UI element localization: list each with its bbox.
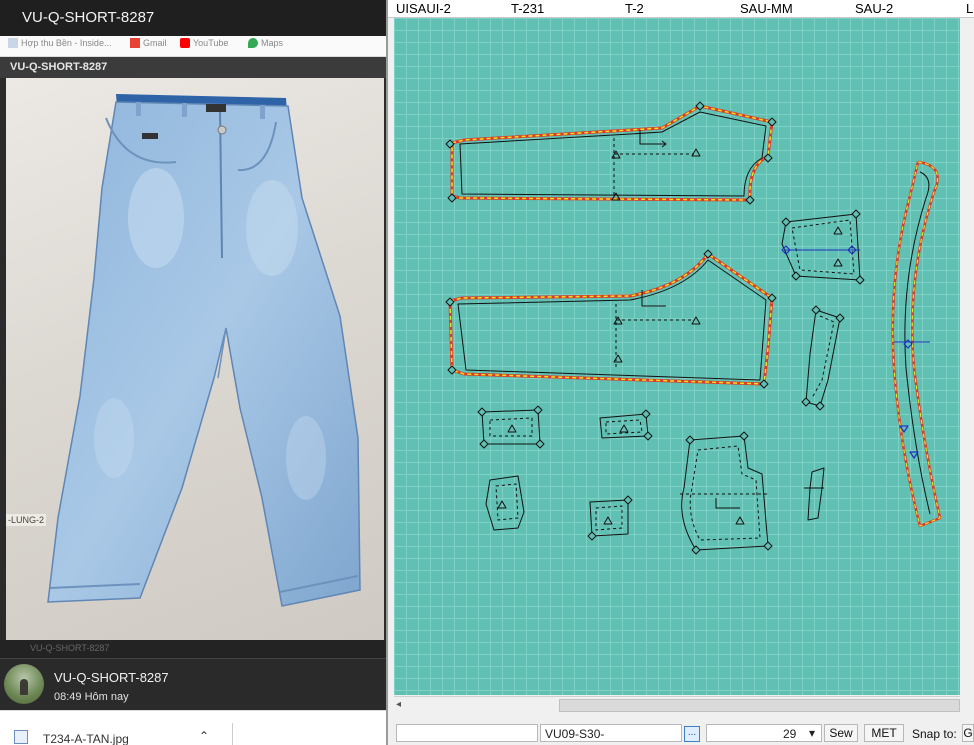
jeans-button <box>217 125 227 135</box>
image-header: VU-Q-SHORT-8287 <box>0 57 386 78</box>
message-time: 08:49 Hôm nay <box>54 691 129 703</box>
pocket-label <box>142 133 158 139</box>
bookmarks-bar: Hợp thu Bền - Inside... Gmail YouTube Ma… <box>0 36 386 57</box>
bookmark-maps[interactable]: Maps <box>248 38 283 48</box>
style-code-field[interactable]: VU09-S30- <box>540 724 682 742</box>
youtube-icon <box>180 38 190 48</box>
window-border <box>386 0 388 745</box>
pattern-piece-yoke[interactable] <box>804 467 825 521</box>
download-bar: T234-A-TAN.jpg ⌃ <box>0 710 386 745</box>
avatar-figure <box>20 679 28 695</box>
piece-title[interactable]: T-2 <box>625 1 644 16</box>
browse-button[interactable]: ... <box>684 726 700 742</box>
jeans-label <box>206 104 226 112</box>
pattern-piece-back-pocket[interactable] <box>680 435 769 551</box>
jeans-photo: -LUNG-2 <box>6 78 384 640</box>
sew-button[interactable]: Sew <box>824 724 858 742</box>
snap-select[interactable]: G <box>962 724 974 742</box>
download-filename[interactable]: T234-A-TAN.jpg <box>43 732 129 745</box>
maps-icon <box>248 38 258 48</box>
cad-status-bar: VU09-S30- ... 29 ▾ Sew MET Snap to: G <box>388 720 974 745</box>
gmail-icon <box>130 38 140 48</box>
scroll-left-arrow[interactable]: ◂ <box>396 699 401 710</box>
belt-loop <box>260 105 265 119</box>
size-select[interactable]: 29 ▾ <box>706 724 822 742</box>
photo-side-label: -LUNG-2 <box>6 514 47 526</box>
fade-highlight <box>128 168 184 268</box>
belt-loop <box>136 102 141 116</box>
pattern-piece-fly[interactable] <box>485 475 525 531</box>
pattern-piece-waistband[interactable] <box>891 160 942 528</box>
pattern-piece-pocket-facing[interactable] <box>781 213 861 281</box>
piece-title[interactable]: T-231 <box>511 1 544 16</box>
horizontal-scrollbar[interactable]: ◂ <box>394 696 960 714</box>
bookmark-gmail[interactable]: Gmail <box>130 38 167 48</box>
pattern-piece-front-leg[interactable] <box>450 104 774 202</box>
pattern-canvas[interactable] <box>394 18 960 695</box>
chat-scroll-area: VU-Q-SHORT-8287 <box>0 640 386 658</box>
page-icon <box>8 38 18 48</box>
snap-label: Snap to: <box>912 727 957 741</box>
scroll-thumb[interactable] <box>559 699 960 712</box>
blue-notch-markers <box>781 245 919 459</box>
viewer-title: VU-Q-SHORT-8287 <box>22 9 155 26</box>
jeans-illustration <box>47 94 361 607</box>
fade-highlight <box>94 398 134 478</box>
pattern-pieces <box>445 101 942 555</box>
corner-markers <box>445 101 865 555</box>
image-header-title: VU-Q-SHORT-8287 <box>10 61 108 73</box>
image-viewer-window: VU-Q-SHORT-8287 Hợp thu Bền - Inside... … <box>0 0 386 745</box>
cad-window: UISAUI-2 T-231 T-2 SAU-MM SAU-2 L ◂ VU09… <box>386 0 974 745</box>
image-file-icon <box>14 730 28 744</box>
belt-loop <box>182 103 187 117</box>
viewer-titlebar: VU-Q-SHORT-8287 <box>0 0 386 36</box>
ghost-text: VU-Q-SHORT-8287 <box>30 643 110 653</box>
size-value: 29 <box>783 727 797 741</box>
piece-title[interactable]: SAU-MM <box>740 1 793 16</box>
bookmark-youtube[interactable]: YouTube <box>180 38 228 48</box>
chevron-down-icon[interactable]: ▾ <box>809 726 815 740</box>
status-field-left[interactable] <box>396 724 538 742</box>
message-footer: VU-Q-SHORT-8287 08:49 Hôm nay <box>0 658 386 711</box>
piece-title[interactable]: SAU-2 <box>855 1 893 16</box>
piece-title-strip: UISAUI-2 T-231 T-2 SAU-MM SAU-2 L <box>388 0 974 18</box>
pattern-piece-back-leg[interactable] <box>448 252 774 386</box>
piece-title[interactable]: UISAUI-2 <box>396 1 451 16</box>
avatar[interactable] <box>4 664 44 704</box>
jeans-body <box>47 101 361 607</box>
fade-highlight <box>286 416 326 500</box>
notch-markers <box>497 148 843 525</box>
piece-title[interactable]: L <box>966 1 973 16</box>
unit-button[interactable]: MET <box>864 724 904 742</box>
fade-highlight <box>246 180 298 276</box>
pattern-piece-side-strip[interactable] <box>805 309 841 407</box>
message-sender: VU-Q-SHORT-8287 <box>54 670 169 685</box>
bookmark-item[interactable]: Hợp thu Bền - Inside... <box>8 38 111 48</box>
divider <box>232 723 233 745</box>
chevron-up-icon[interactable]: ⌃ <box>199 729 209 743</box>
